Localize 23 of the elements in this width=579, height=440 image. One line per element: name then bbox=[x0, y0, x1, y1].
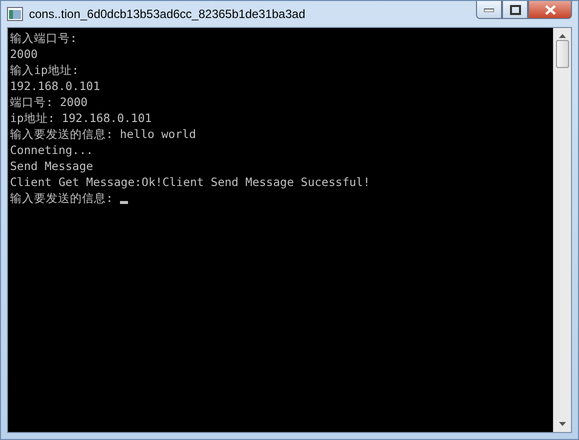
close-button[interactable] bbox=[528, 1, 572, 19]
window-title: cons..tion_6d0dcb13b53ad6cc_82365b1de31ba3ad bbox=[29, 7, 306, 21]
console-line: Conneting... bbox=[10, 142, 94, 158]
console-line: 输入要发送的信息: hello world bbox=[10, 126, 196, 142]
maximize-button[interactable] bbox=[502, 1, 528, 19]
console-line: 输入要发送的信息: bbox=[10, 190, 114, 206]
console-line: 输入端口号: bbox=[10, 30, 77, 46]
console-line: Client Get Message:Ok!Client Send Message Sucessful! bbox=[10, 174, 370, 190]
console-line: 2000 bbox=[10, 46, 38, 62]
console-line: ip地址: 192.168.0.101 bbox=[10, 110, 152, 126]
vertical-scrollbar[interactable] bbox=[553, 28, 571, 432]
scroll-down-icon[interactable] bbox=[559, 422, 566, 426]
console-line: 端口号: 2000 bbox=[10, 94, 88, 110]
minimize-button[interactable] bbox=[476, 1, 502, 19]
scroll-thumb[interactable] bbox=[556, 40, 569, 68]
console-line: Send Message bbox=[10, 158, 94, 174]
console-line: 192.168.0.101 bbox=[10, 78, 100, 94]
close-icon bbox=[544, 4, 556, 14]
minimize-icon bbox=[484, 8, 494, 12]
scroll-up-icon[interactable] bbox=[559, 34, 566, 38]
console-line: 输入ip地址: bbox=[10, 62, 79, 78]
console-app-icon bbox=[7, 7, 23, 21]
maximize-icon bbox=[510, 4, 520, 14]
